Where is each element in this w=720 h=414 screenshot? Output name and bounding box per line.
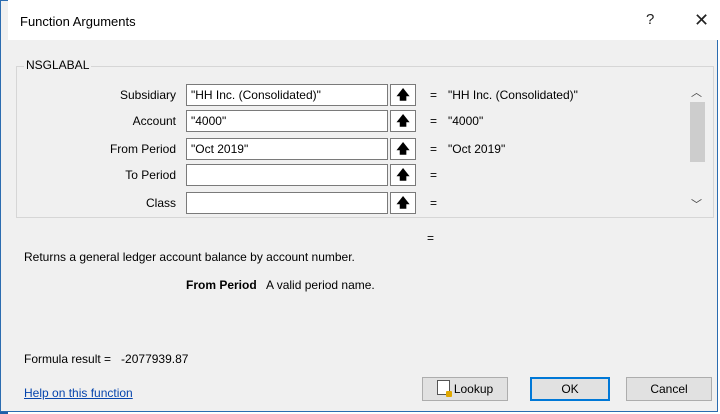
argument-row-from-period: From Period 🡅 = "Oct 2019": [16, 138, 616, 160]
to-period-input[interactable]: [186, 164, 388, 186]
argument-result: "Oct 2019": [448, 142, 506, 156]
function-name: NSGLABAL: [24, 58, 92, 72]
formula-result-label: Formula result =: [24, 352, 112, 366]
argument-result: "HH Inc. (Consolidated)": [448, 88, 578, 102]
dialog-titlebar: Function Arguments ? ✕: [8, 0, 718, 40]
chevron-up-icon[interactable]: ︿: [691, 84, 702, 100]
argument-label: Account: [132, 114, 176, 128]
arguments-scrollbar[interactable]: ︿ ﹀: [686, 84, 708, 214]
equals-sign: =: [430, 114, 438, 128]
help-on-function-link[interactable]: Help on this function: [24, 386, 133, 400]
parameter-help: From Period A valid period name.: [186, 278, 375, 292]
formula-result: Formula result = -2077939.87: [24, 352, 188, 366]
parameter-description: A valid period name.: [266, 278, 375, 292]
function-result-equals: =: [427, 231, 435, 245]
range-select-icon[interactable]: 🡅: [390, 192, 416, 214]
cancel-button[interactable]: Cancel: [626, 377, 712, 401]
argument-label: Subsidiary: [119, 88, 176, 102]
range-select-icon[interactable]: 🡅: [390, 110, 416, 132]
argument-row-subsidiary: Subsidiary 🡅 = "HH Inc. (Consolidated)": [16, 84, 616, 106]
argument-row-account: Account 🡅 = "4000": [16, 110, 616, 132]
scrollbar-thumb[interactable]: [690, 102, 705, 162]
from-period-input[interactable]: [186, 138, 388, 160]
argument-row-to-period: To Period 🡅 =: [16, 164, 616, 186]
account-input[interactable]: [186, 110, 388, 132]
help-icon[interactable]: ?: [646, 11, 654, 28]
chevron-down-icon[interactable]: ﹀: [691, 196, 702, 212]
range-select-icon[interactable]: 🡅: [390, 164, 416, 186]
equals-sign: =: [430, 88, 438, 102]
class-input[interactable]: [186, 192, 388, 214]
close-icon[interactable]: ✕: [694, 10, 709, 31]
lookup-button[interactable]: Lookup: [422, 377, 508, 401]
lookup-icon: [436, 380, 452, 397]
lookup-label: Lookup: [453, 382, 494, 396]
equals-sign: =: [430, 168, 438, 182]
argument-label: To Period: [125, 168, 176, 182]
range-select-icon[interactable]: 🡅: [390, 138, 416, 160]
argument-label: Class: [145, 196, 176, 210]
equals-sign: =: [430, 196, 438, 210]
parameter-name: From Period: [186, 278, 257, 292]
ok-button[interactable]: OK: [530, 377, 610, 401]
argument-label: From Period: [109, 142, 176, 156]
function-description: Returns a general ledger account balance…: [24, 250, 355, 264]
dialog-title: Function Arguments: [20, 14, 136, 29]
subsidiary-input[interactable]: [186, 84, 388, 106]
formula-result-value: -2077939.87: [121, 352, 189, 366]
argument-row-class: Class 🡅 =: [16, 192, 616, 214]
range-select-icon[interactable]: 🡅: [390, 84, 416, 106]
argument-result: "4000": [448, 114, 484, 128]
equals-sign: =: [430, 142, 438, 156]
